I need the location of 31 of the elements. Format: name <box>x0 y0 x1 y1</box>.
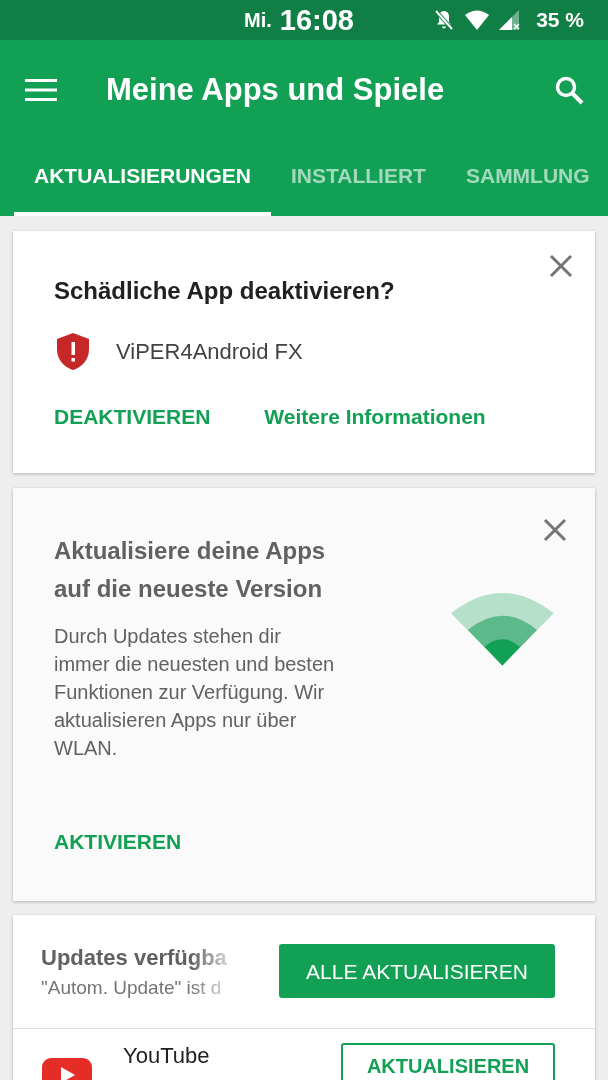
menu-button[interactable] <box>24 77 58 103</box>
app-title: YouTube <box>123 1042 210 1070</box>
link-button[interactable]: Weitere Informationen <box>264 401 486 433</box>
section-title: Updates verfügba <box>41 943 228 972</box>
card-body-text: Durch Updates stehen dir immer die neuesten und besten Funktionen zur Verfügung. Wir aktualisieren Apps nur über WLAN. <box>54 623 336 761</box>
close-button[interactable] <box>549 253 573 278</box>
tab[interactable]: INSTALLIERT <box>271 140 446 216</box>
menu-icon <box>24 78 58 103</box>
search-icon <box>554 75 584 105</box>
battery-percentage: 35 % <box>536 7 584 34</box>
activate-button[interactable]: AKTIVIEREN <box>54 825 182 857</box>
app-name: ViPER4Android FX <box>116 337 303 366</box>
link-button[interactable]: DEAKTIVIEREN <box>54 401 211 433</box>
tab[interactable]: SAMMLUNG <box>445 140 608 216</box>
wifi-icon <box>464 9 491 31</box>
app-bar-title: Meine Apps und Spiele <box>106 70 445 109</box>
day-label: Mi. <box>244 8 272 33</box>
signal-icon <box>498 9 521 31</box>
card-title: Schädliche App deaktivieren? <box>54 276 396 306</box>
section-subtitle: "Autom. Update" ist d <box>41 975 223 1000</box>
close-icon <box>543 518 567 543</box>
card-title-line: auf die neueste Version <box>54 573 324 604</box>
tab[interactable]: AKTUALISIERUNGEN <box>14 140 271 216</box>
update-button[interactable]: AKTUALISIEREN <box>341 1043 555 1080</box>
close-icon <box>549 253 573 278</box>
close-button[interactable] <box>543 517 567 543</box>
search-button[interactable] <box>554 75 584 105</box>
card-title-line: Aktualisiere deine Apps <box>54 535 327 566</box>
clock-time: 16:08 <box>279 6 354 35</box>
update-all-button[interactable]: ALLE AKTUALISIEREN <box>279 944 555 999</box>
shield-icon <box>54 331 92 371</box>
